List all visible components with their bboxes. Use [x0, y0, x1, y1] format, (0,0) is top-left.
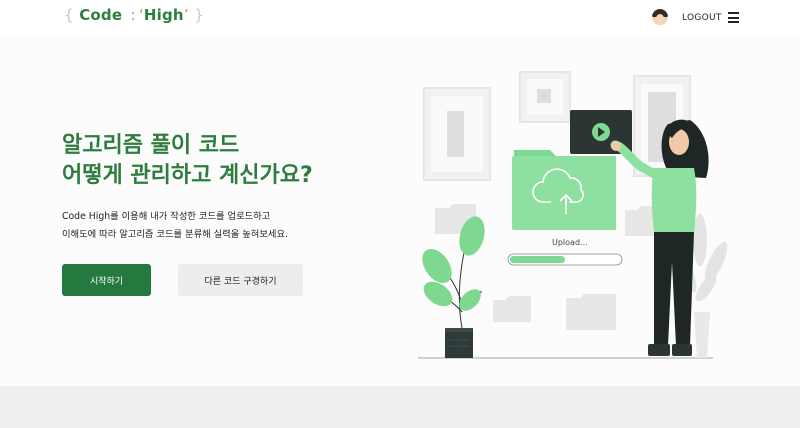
avatar-face [656, 14, 664, 23]
menu-line [728, 12, 739, 14]
menu-line [728, 21, 739, 23]
hero-title: 알고리즘 풀이 코드 어떻게 관리하고 계신가요? [62, 131, 313, 191]
logout-button[interactable]: LOGOUT [682, 13, 722, 23]
hero-title-line-1: 알고리즘 풀이 코드 [62, 133, 240, 158]
logo-word-high: High [143, 6, 184, 24]
hamburger-menu-icon[interactable] [728, 12, 739, 23]
hero-title-line-2: 어떻게 관리하고 계신가요? [62, 163, 313, 188]
upload-progress-bar [507, 253, 623, 266]
logo-quote-right: ’ [183, 6, 189, 24]
hero-description-line-2: 이해도에 따라 알고리즘 코드를 분류해 실력을 높혀보세요. [62, 229, 288, 240]
hero-description-line-1: Code High를 이용해 내가 작성한 코드를 업로드하고 [62, 211, 271, 222]
logo-close-brace: } [194, 6, 204, 24]
logo[interactable]: { Code : ‘High’ } [64, 6, 204, 24]
logo-open-brace: { [64, 6, 74, 24]
upload-status-label: Upload... [552, 238, 588, 247]
logo-word-code: Code [79, 6, 123, 24]
logo-colon: : [130, 6, 136, 24]
picture-frame-small-icon [519, 71, 571, 123]
potted-plant-icon [422, 216, 485, 358]
upload-illustration [418, 71, 728, 359]
avatar[interactable] [652, 9, 668, 25]
menu-line [728, 16, 739, 19]
footer-band [0, 386, 800, 428]
start-button[interactable]: 시작하기 [62, 264, 151, 296]
upload-folder-icon [512, 150, 616, 230]
browse-other-code-button[interactable]: 다른 코드 구경하기 [178, 264, 303, 296]
picture-frame-left-icon [423, 87, 491, 181]
hero-description: Code High를 이용해 내가 작성한 코드를 업로드하고 이해도에 따라 … [62, 208, 288, 244]
header: { Code : ‘High’ } LOGOUT [0, 0, 800, 38]
